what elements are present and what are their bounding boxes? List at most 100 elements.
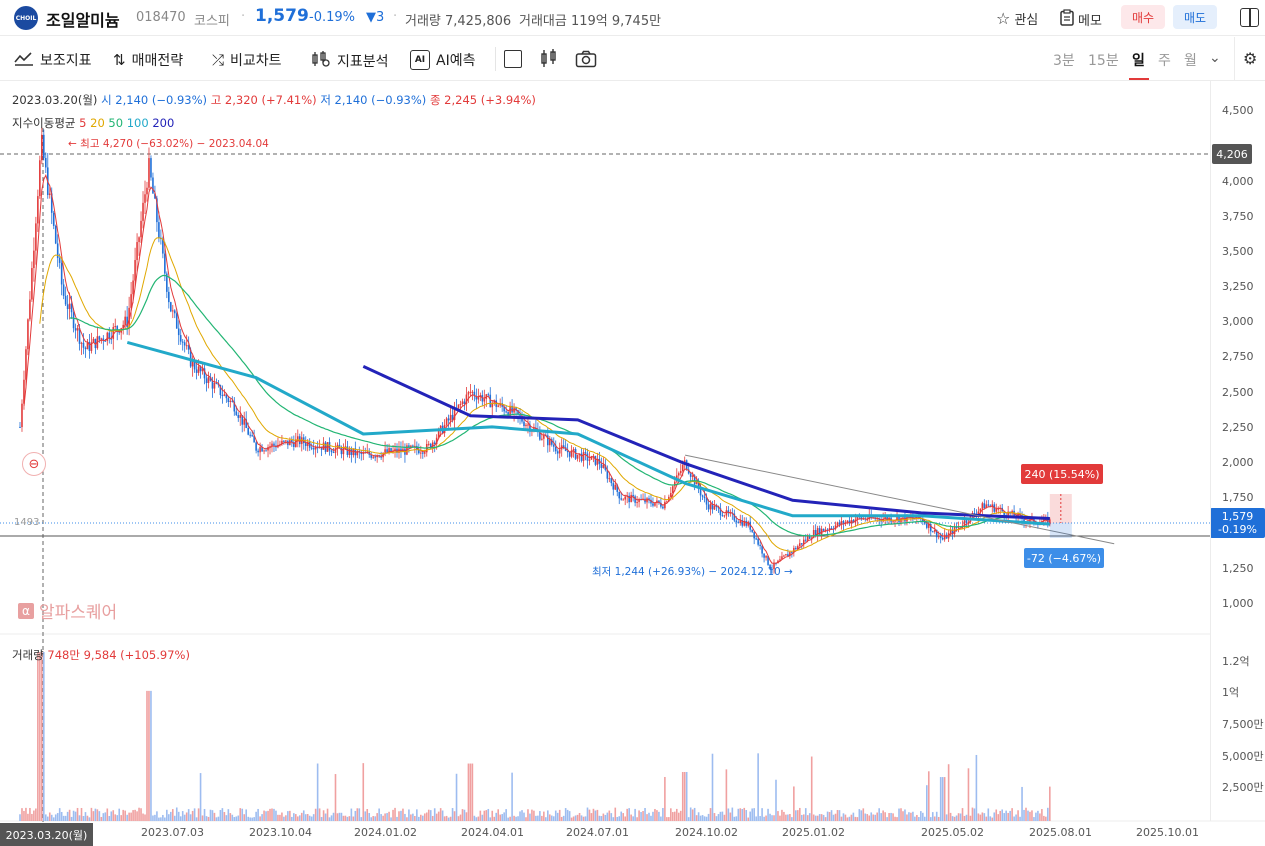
volume-bar	[132, 810, 134, 821]
candle-body	[421, 452, 424, 454]
volume-bar	[477, 816, 480, 821]
ema-legend[interactable]: 지수이동평균 5 20 50 100 200	[12, 115, 174, 131]
volume-bar	[824, 817, 827, 821]
candle-body	[505, 411, 507, 413]
volume-bar	[235, 816, 238, 821]
volume-bar	[739, 808, 742, 821]
volume-bar	[767, 808, 769, 821]
y-tick: 2,750	[1222, 350, 1254, 363]
back-arrow-button[interactable]: ⊖	[22, 452, 46, 476]
volume-bar	[642, 811, 644, 821]
y-tick: 4,500	[1222, 104, 1254, 117]
volume-bar	[481, 814, 484, 821]
y-tick: 2,250	[1222, 421, 1254, 434]
volume-bar	[1047, 807, 1049, 821]
volume-bar	[953, 816, 956, 821]
volume-bar	[925, 785, 928, 821]
candle-body	[965, 520, 968, 523]
volume-bar	[64, 815, 67, 821]
volume-bar	[775, 779, 777, 821]
volume-bar	[789, 814, 791, 821]
candle-body	[469, 391, 472, 393]
volume-bar	[406, 817, 408, 821]
candle-body	[554, 446, 557, 452]
candle-body	[148, 158, 150, 188]
candle-body	[183, 342, 186, 346]
volume-bar	[501, 814, 503, 821]
volume-bar	[945, 814, 948, 821]
volume-bar	[372, 816, 374, 821]
volume-bar	[564, 808, 567, 821]
candle-body	[41, 134, 43, 161]
volume-bar	[892, 813, 894, 821]
volume-bar	[931, 812, 934, 821]
volume-bar	[400, 810, 402, 821]
candle-body	[171, 310, 174, 312]
volume-bar	[471, 763, 474, 821]
volume-bar	[175, 807, 178, 821]
volume-bar	[43, 652, 45, 821]
volume-bar	[102, 813, 105, 821]
volume-bar	[122, 809, 124, 821]
volume-bar	[29, 807, 31, 821]
volume-bar	[572, 816, 575, 821]
candle-body	[310, 447, 313, 449]
volume-bar	[263, 810, 265, 821]
volume-bar	[713, 813, 716, 821]
volume-bar	[957, 813, 960, 821]
volume-bar	[947, 764, 950, 821]
volume-bar	[886, 817, 888, 821]
volume-bar	[535, 815, 537, 821]
volume-bar	[237, 815, 240, 821]
volume-bar	[78, 815, 81, 821]
volume-bar	[977, 813, 980, 821]
volume-bar	[836, 809, 839, 821]
volume-bar	[529, 813, 531, 821]
volume-bar	[21, 808, 23, 821]
volume-bar	[344, 815, 347, 821]
candle-body	[799, 543, 801, 547]
volume-bar	[781, 809, 783, 821]
volume-bar	[997, 814, 1000, 821]
volume-bar	[816, 815, 819, 821]
volume-bar	[348, 816, 351, 821]
volume-bar	[350, 808, 353, 821]
volume-bar	[146, 690, 148, 821]
candle-body	[62, 284, 65, 296]
candle-body	[193, 361, 196, 370]
volume-bar	[354, 810, 357, 821]
ohlc-date: 2023.03.20(월)	[12, 93, 98, 107]
y-axis[interactable]	[1210, 81, 1265, 821]
candle-body	[44, 157, 47, 168]
x-tick: 2023.10.04	[249, 826, 312, 839]
candle-body	[39, 160, 41, 197]
candle-body	[164, 253, 166, 274]
candle-body	[68, 303, 71, 310]
volume-bar	[136, 811, 138, 821]
volume-bar	[213, 812, 216, 821]
volume-bar	[800, 814, 803, 821]
volume-bar	[558, 809, 561, 821]
candle-body	[132, 280, 134, 295]
candle-body	[709, 503, 712, 510]
down-range-box: -72 (−4.67%)	[1024, 548, 1104, 568]
volume-bar	[1041, 809, 1043, 821]
candle-body	[114, 326, 117, 328]
price-chart[interactable]	[0, 0, 1265, 846]
volume-bar	[1035, 812, 1037, 821]
volume-bar	[241, 808, 244, 821]
candle-body	[487, 394, 490, 396]
volume-bar	[233, 817, 236, 821]
volume-bar	[158, 817, 160, 821]
candle-body	[568, 452, 571, 457]
candle-body	[558, 449, 561, 454]
volume-bar	[650, 815, 652, 821]
candle-body	[195, 369, 198, 373]
volume-bar	[396, 816, 398, 821]
volume-bar	[562, 815, 565, 821]
volume-bar	[35, 808, 37, 821]
candle-body	[328, 442, 331, 451]
volume-bar	[497, 809, 500, 821]
volume-bar	[261, 814, 263, 821]
volume-bar	[336, 813, 339, 821]
